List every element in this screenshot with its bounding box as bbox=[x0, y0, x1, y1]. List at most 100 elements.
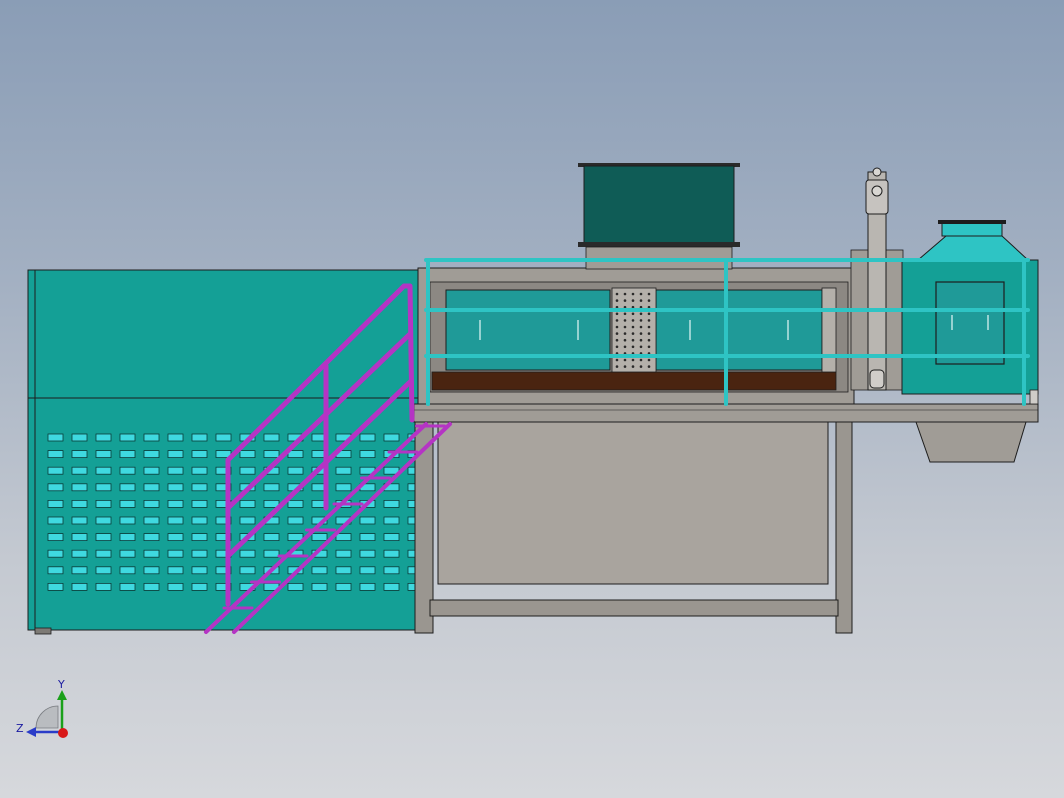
perforation-hole bbox=[623, 338, 627, 342]
vent-slot bbox=[359, 533, 376, 541]
vent-slot bbox=[143, 483, 160, 492]
vent-slot bbox=[239, 549, 256, 558]
vent-slot bbox=[47, 549, 64, 558]
vent-slot bbox=[359, 450, 376, 459]
vent-slot bbox=[119, 433, 136, 442]
vent-slot bbox=[95, 466, 112, 475]
vent-slot bbox=[191, 450, 208, 459]
vent-slot bbox=[167, 566, 184, 575]
perforation-hole bbox=[647, 319, 651, 322]
perforation-hole bbox=[615, 365, 619, 368]
vent-slot bbox=[239, 466, 256, 475]
perforation-hole bbox=[647, 312, 651, 316]
cad-viewport[interactable] bbox=[0, 0, 1064, 798]
top-hopper bbox=[578, 163, 740, 270]
vent-slot bbox=[143, 516, 160, 525]
vent-slot bbox=[119, 483, 136, 492]
coordinate-triad-icon: Y Z bbox=[16, 678, 68, 738]
vent-slot bbox=[359, 433, 376, 442]
perforation-hole bbox=[631, 325, 635, 329]
perforation-hole bbox=[615, 312, 619, 316]
vent-slot bbox=[167, 583, 184, 591]
vent-slot bbox=[71, 533, 88, 541]
perforation-hole bbox=[631, 292, 635, 296]
vent-slot bbox=[71, 433, 88, 442]
vent-slot bbox=[95, 516, 112, 525]
vent-slot bbox=[119, 533, 136, 541]
vent-slot bbox=[143, 583, 160, 591]
perforation-hole bbox=[615, 358, 619, 362]
perforation-hole bbox=[647, 292, 651, 296]
perforation-hole bbox=[647, 365, 651, 368]
vent-slot bbox=[167, 499, 184, 508]
vent-slot bbox=[71, 450, 88, 459]
perforation-hole bbox=[639, 319, 643, 322]
perforation-hole bbox=[647, 299, 651, 302]
vent-slot bbox=[263, 450, 280, 459]
vent-slot bbox=[143, 566, 160, 575]
vent-slot bbox=[263, 483, 280, 492]
perforation-hole bbox=[631, 338, 635, 342]
perforation-hole bbox=[647, 325, 651, 329]
perforation-hole bbox=[623, 299, 627, 302]
perforation-hole bbox=[647, 338, 651, 342]
perforation-hole bbox=[631, 312, 635, 316]
vent-slot bbox=[335, 533, 352, 541]
vent-slot bbox=[287, 533, 304, 541]
vent-slot bbox=[383, 583, 400, 591]
vent-slot bbox=[119, 466, 136, 475]
perforation-hole bbox=[639, 312, 643, 316]
perforation-hole bbox=[615, 292, 619, 296]
perforation-hole bbox=[631, 332, 635, 335]
vent-slot bbox=[359, 516, 376, 525]
vent-slot bbox=[95, 483, 112, 492]
perforation-hole bbox=[615, 299, 619, 302]
vent-slot bbox=[383, 566, 400, 575]
perforation-hole bbox=[631, 345, 635, 349]
vent-slot bbox=[143, 466, 160, 475]
vent-slot bbox=[47, 450, 64, 459]
vent-slot bbox=[191, 566, 208, 575]
vent-slot bbox=[47, 566, 64, 575]
vent-slot bbox=[95, 583, 112, 591]
vent-slot bbox=[167, 433, 184, 442]
vent-slot bbox=[335, 566, 352, 575]
vent-slot bbox=[95, 566, 112, 575]
perforation-hole bbox=[639, 338, 643, 342]
vent-slot bbox=[167, 483, 184, 492]
perforation-hole bbox=[631, 358, 635, 362]
vent-slot bbox=[311, 566, 328, 575]
perforation-hole bbox=[623, 292, 627, 296]
vent-slot bbox=[143, 433, 160, 442]
perforation-hole bbox=[647, 332, 651, 335]
vent-slot bbox=[263, 533, 280, 541]
perforation-hole bbox=[623, 319, 627, 322]
vent-slot bbox=[119, 566, 136, 575]
vent-slot bbox=[143, 499, 160, 508]
vent-slot bbox=[71, 466, 88, 475]
perforation-hole bbox=[615, 325, 619, 329]
perforation-hole bbox=[639, 332, 643, 335]
perforation-hole bbox=[615, 319, 619, 322]
vent-slot bbox=[263, 549, 280, 558]
vent-slot bbox=[167, 466, 184, 475]
vent-slot bbox=[47, 516, 64, 525]
vent-slot bbox=[143, 549, 160, 558]
vent-slot bbox=[47, 533, 64, 541]
vent-slot bbox=[359, 566, 376, 575]
vent-slot bbox=[359, 583, 376, 591]
vent-slot bbox=[119, 583, 136, 591]
vent-slot bbox=[263, 433, 280, 442]
vent-slot bbox=[311, 533, 328, 541]
perforation-hole bbox=[623, 325, 627, 329]
perforation-hole bbox=[631, 319, 635, 322]
perforation-hole bbox=[623, 332, 627, 335]
perforation-hole bbox=[623, 358, 627, 362]
vent-slot bbox=[71, 549, 88, 558]
vent-slot bbox=[287, 499, 304, 508]
vent-slot bbox=[71, 583, 88, 591]
perforation-hole bbox=[647, 358, 651, 362]
vent-slot bbox=[95, 433, 112, 442]
vent-slot bbox=[239, 566, 256, 575]
vent-slot bbox=[143, 450, 160, 459]
